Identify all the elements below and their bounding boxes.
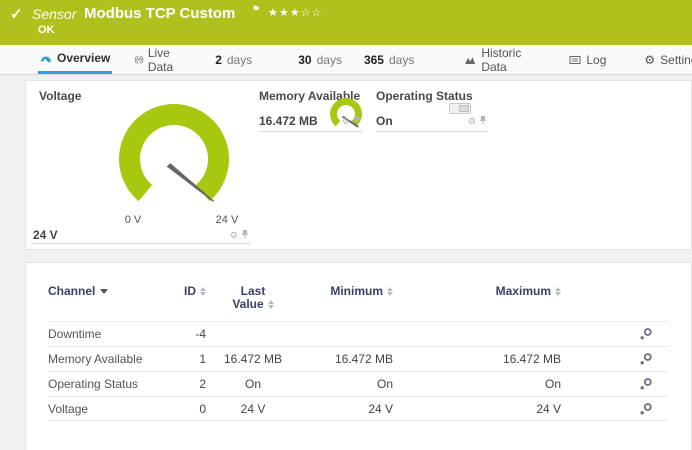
channel-id: 0 — [168, 402, 206, 416]
table-row-downtime[interactable]: Downtime -4 — [48, 321, 669, 346]
operating-status-title: Operating Status — [376, 89, 473, 103]
tab-2-days-label: days — [227, 53, 252, 67]
voltage-value-row: 24 V ⚙ — [31, 227, 251, 244]
voltage-scale-max: 24 V — [210, 214, 244, 226]
memory-pin-icon[interactable] — [353, 112, 361, 130]
column-header-maximum[interactable]: Maximum — [393, 285, 561, 298]
sensor-title: Modbus TCP Custom — [84, 5, 235, 22]
operating-pin-icon[interactable] — [479, 112, 487, 130]
tab-historic-data-label: Historic Data — [481, 46, 521, 74]
operating-status-value: On — [376, 114, 393, 128]
voltage-scale-min: 0 V — [116, 214, 150, 226]
column-header-last-value[interactable]: LastValue — [206, 285, 300, 311]
tab-365-days-number: 365 — [364, 53, 384, 67]
tab-30-days-number: 30 — [298, 53, 311, 67]
channel-id: 2 — [168, 377, 206, 391]
tab-2-days-number: 2 — [215, 53, 222, 67]
table-header-row: Channel ID LastValue Minimum Maximum — [48, 285, 669, 321]
status-ok-check-icon: ✓ — [10, 5, 23, 23]
channel-last-value: On — [206, 377, 300, 391]
voltage-pin-icon[interactable] — [241, 226, 249, 244]
voltage-panel-title: Voltage — [39, 89, 81, 103]
voltage-gauge-panel: Voltage 0 V 24 V 24 V ⚙ — [26, 81, 251, 245]
tab-365-days-label: days — [389, 53, 414, 67]
switch-knob — [459, 105, 469, 112]
tab-2-days[interactable]: 2 days — [213, 45, 254, 74]
tab-log-label: Log — [586, 53, 606, 67]
table-row-voltage[interactable]: Voltage 0 24 V 24 V 24 V — [48, 396, 669, 421]
tab-log[interactable]: Log — [567, 45, 608, 74]
channel-id: -4 — [168, 327, 206, 341]
table-row-memory-available[interactable]: Memory Available 1 16.472 MB 16.472 MB 1… — [48, 346, 669, 371]
channels-table-panel: Channel ID LastValue Minimum Maximum Dow… — [25, 262, 692, 450]
stars-filled[interactable]: ★★★ — [268, 7, 301, 19]
channel-maximum: On — [393, 377, 561, 391]
column-header-channel[interactable]: Channel — [48, 285, 168, 298]
sensor-status-text: OK — [38, 24, 55, 36]
channel-minimum: 24 V — [300, 402, 393, 416]
sensor-priority-stars[interactable]: ★★★☆☆ — [268, 6, 322, 19]
channel-id: 1 — [168, 352, 206, 366]
stars-empty[interactable]: ☆☆ — [301, 7, 323, 19]
tab-live-data[interactable]: ((•)) Live Data — [132, 45, 175, 74]
voltage-gauge — [114, 101, 234, 213]
sensor-header: ✓ Sensor Modbus TCP Custom ⚑ ★★★☆☆ OK — [0, 0, 692, 45]
channel-minimum: On — [300, 377, 393, 391]
channel-last-value: 24 V — [206, 402, 300, 416]
operating-gear-icon[interactable]: ⚙ — [468, 117, 476, 126]
tab-historic-data[interactable]: Historic Data — [462, 45, 523, 74]
gauges-panel: Voltage 0 V 24 V 24 V ⚙ Memory Available… — [25, 80, 692, 250]
channel-settings-icon[interactable] — [639, 377, 653, 391]
tab-settings-label: Settings — [660, 53, 692, 67]
channel-settings-icon[interactable] — [639, 352, 653, 366]
tab-365-days[interactable]: 365 days — [362, 45, 416, 74]
tab-30-days[interactable]: 30 days — [296, 45, 344, 74]
voltage-gear-icon[interactable]: ⚙ — [230, 231, 238, 240]
broadcast-icon: ((•)) — [134, 55, 142, 64]
tab-overview-label: Overview — [57, 51, 110, 65]
channel-name: Voltage — [48, 402, 168, 416]
column-header-id[interactable]: ID — [168, 285, 206, 298]
tab-bar: Overview ((•)) Live Data 2 days 30 days … — [0, 45, 692, 75]
gear-icon: ⚙ — [644, 54, 655, 66]
tab-live-data-label: Live Data — [148, 46, 173, 74]
column-header-minimum[interactable]: Minimum — [300, 285, 393, 298]
tab-overview[interactable]: Overview — [38, 45, 112, 74]
sort-desc-icon — [100, 289, 108, 294]
channel-minimum: 16.472 MB — [300, 352, 393, 366]
object-kind-label: Sensor — [32, 6, 76, 22]
tab-30-days-label: days — [317, 53, 342, 67]
memory-gear-icon[interactable]: ⚙ — [342, 117, 350, 126]
channel-name: Downtime — [48, 327, 168, 341]
table-row-operating-status[interactable]: Operating Status 2 On On On — [48, 371, 669, 396]
channel-settings-icon[interactable] — [639, 327, 653, 341]
channel-maximum: 16.472 MB — [393, 352, 561, 366]
sort-icon — [555, 287, 561, 296]
log-list-icon — [569, 54, 581, 66]
sort-icon — [268, 300, 274, 309]
channel-name: Operating Status — [48, 377, 168, 391]
memory-gauge-panel: Memory Available 16.472 MB ⚙ — [259, 81, 363, 132]
memory-current-value: 16.472 MB — [259, 114, 318, 128]
channel-settings-icon[interactable] — [639, 402, 653, 416]
area-chart-icon — [464, 54, 476, 66]
gauge-icon — [40, 52, 52, 64]
operating-status-panel: Operating Status On ⚙ — [376, 81, 488, 132]
channel-maximum: 24 V — [393, 402, 561, 416]
channel-last-value: 16.472 MB — [206, 352, 300, 366]
voltage-current-value: 24 V — [33, 228, 58, 242]
channel-name: Memory Available — [48, 352, 168, 366]
flag-icon[interactable]: ⚑ — [252, 4, 260, 15]
channels-table: Channel ID LastValue Minimum Maximum Dow… — [48, 263, 669, 421]
tab-settings[interactable]: ⚙ Settings — [642, 45, 692, 74]
